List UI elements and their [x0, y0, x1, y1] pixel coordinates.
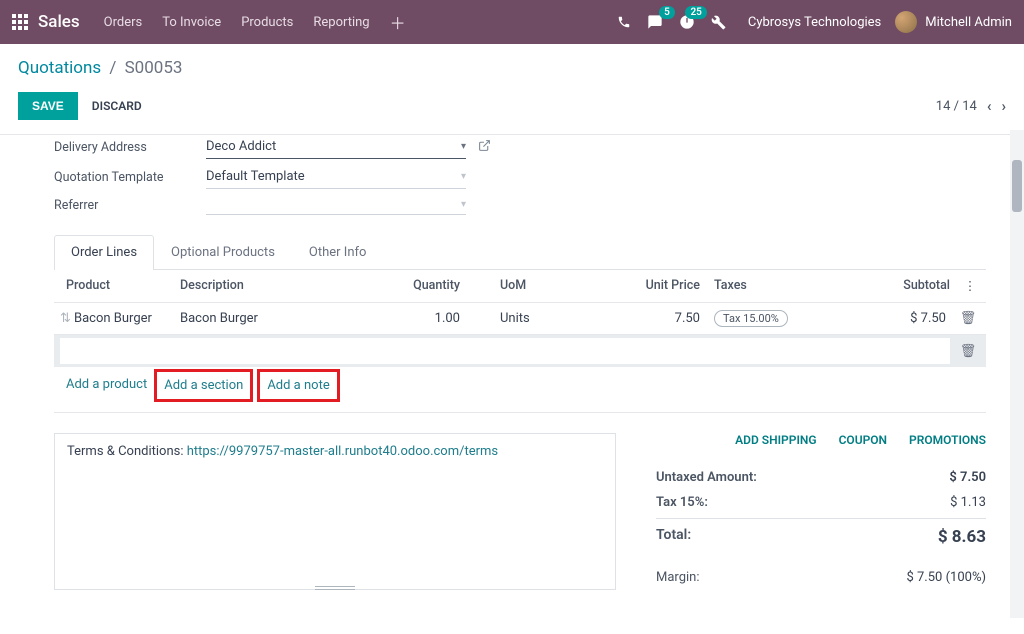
nav-products[interactable]: Products	[241, 15, 293, 30]
th-quantity: Quantity	[350, 278, 460, 294]
caret-icon: ▾	[461, 199, 466, 210]
caret-icon: ▾	[461, 171, 466, 182]
breadcrumb-bar: Quotations / S00053	[0, 44, 1024, 82]
brand[interactable]: Sales	[38, 12, 80, 32]
td-quantity[interactable]: 1.00	[350, 311, 460, 326]
referrer-input[interactable]: ▾	[206, 195, 466, 215]
add-product-link[interactable]: Add a product	[60, 377, 154, 402]
td-taxes[interactable]: Tax 15.00%	[700, 310, 820, 327]
pager-next-icon[interactable]: ›	[1001, 97, 1006, 115]
td-uom[interactable]: Units	[460, 311, 580, 326]
terms-link[interactable]: https://9979757-master-all.runbot40.odoo…	[187, 444, 498, 459]
breadcrumb-sep: /	[109, 58, 116, 78]
company-name[interactable]: Cybrosys Technologies	[748, 15, 881, 30]
tab-other-info[interactable]: Other Info	[292, 235, 384, 269]
td-unit-price[interactable]: 7.50	[580, 311, 700, 326]
tax-value: $ 1.13	[916, 495, 986, 510]
table-row[interactable]: ⇅ Bacon Burger Bacon Burger 1.00 Units 7…	[54, 302, 986, 334]
order-lines-table: Product Description Quantity UoM Unit Pr…	[54, 270, 986, 413]
top-nav: Sales Orders To Invoice Products Reporti…	[0, 0, 1024, 44]
delivery-value: Deco Addict	[206, 139, 276, 154]
new-line-input[interactable]	[60, 338, 950, 364]
th-unit-price: Unit Price	[580, 278, 700, 294]
activities-badge: 25	[685, 6, 706, 19]
delivery-label: Delivery Address	[54, 140, 206, 155]
coupon-link[interactable]: COUPON	[839, 433, 887, 447]
caret-icon: ▾	[461, 141, 466, 152]
avatar	[895, 11, 917, 33]
total-label: Total:	[656, 527, 691, 547]
referrer-label: Referrer	[54, 198, 206, 213]
th-uom: UoM	[460, 278, 580, 294]
resize-handle-icon[interactable]	[315, 586, 355, 590]
add-links: Add a product Add a section Add a note	[54, 367, 986, 412]
nav-reporting[interactable]: Reporting	[313, 15, 369, 30]
pager-text[interactable]: 14 / 14	[936, 99, 977, 114]
th-description: Description	[180, 278, 350, 294]
tax-label: Tax 15%:	[656, 495, 708, 510]
discard-button[interactable]: DISCARD	[92, 99, 142, 113]
margin-value: $ 7.50 (100%)	[876, 570, 986, 585]
summary-panel: ADD SHIPPING COUPON PROMOTIONS Untaxed A…	[656, 433, 986, 590]
messaging-badge: 5	[659, 6, 675, 19]
tabs: Order Lines Optional Products Other Info	[54, 235, 986, 270]
tax-chip: Tax 15.00%	[714, 310, 788, 327]
messaging-icon[interactable]: 5	[647, 14, 663, 30]
breadcrumb-current: S00053	[125, 58, 183, 78]
add-note-link[interactable]: Add a note	[257, 369, 339, 402]
tab-optional-products[interactable]: Optional Products	[154, 235, 292, 269]
total-value: $ 8.63	[916, 527, 986, 547]
action-bar: SAVE DISCARD 14 / 14 ‹ ›	[0, 82, 1024, 134]
delete-row-icon[interactable]: 🗑	[956, 344, 980, 359]
tab-order-lines[interactable]: Order Lines	[54, 235, 154, 270]
add-section-link[interactable]: Add a section	[154, 369, 253, 402]
apps-icon[interactable]	[12, 14, 28, 30]
th-taxes: Taxes	[700, 278, 820, 294]
content-area: Delivery Address Deco Addict ▾ Quotation…	[0, 134, 1024, 634]
td-subtotal: $ 7.50	[820, 311, 956, 326]
tools-icon[interactable]	[711, 15, 726, 30]
terms-textarea[interactable]: Terms & Conditions: https://9979757-mast…	[54, 433, 616, 590]
nav-to-invoice[interactable]: To Invoice	[162, 15, 221, 30]
untaxed-value: $ 7.50	[916, 470, 986, 485]
margin-label: Margin:	[656, 570, 700, 585]
nav-plus-icon[interactable]: ＋	[390, 10, 406, 34]
th-product: Product	[60, 278, 180, 294]
template-value: Default Template	[206, 169, 305, 184]
th-more-icon[interactable]: ⋮	[960, 278, 980, 294]
breadcrumb-root[interactable]: Quotations	[18, 58, 101, 78]
phone-icon[interactable]	[617, 15, 631, 29]
untaxed-label: Untaxed Amount:	[656, 470, 757, 485]
nav-orders[interactable]: Orders	[104, 15, 143, 30]
terms-prefix: Terms & Conditions:	[67, 444, 187, 459]
save-button[interactable]: SAVE	[18, 92, 78, 120]
promotions-link[interactable]: PROMOTIONS	[909, 433, 986, 447]
delete-row-icon[interactable]: 🗑	[956, 311, 980, 326]
user-name: Mitchell Admin	[925, 15, 1012, 30]
activities-icon[interactable]: 25	[679, 14, 695, 30]
drag-handle-icon[interactable]: ⇅	[60, 311, 74, 326]
pager-prev-icon[interactable]: ‹	[987, 97, 992, 115]
add-shipping-link[interactable]: ADD SHIPPING	[735, 433, 816, 447]
scrollbar-thumb[interactable]	[1012, 160, 1022, 212]
td-product[interactable]: Bacon Burger	[74, 311, 180, 326]
table-row-editing[interactable]: 🗑	[54, 334, 986, 367]
template-input[interactable]: Default Template ▾	[206, 165, 466, 189]
template-label: Quotation Template	[54, 170, 206, 185]
external-link-icon[interactable]	[478, 139, 491, 156]
td-description[interactable]: Bacon Burger	[180, 311, 350, 326]
delivery-input[interactable]: Deco Addict ▾	[206, 135, 466, 159]
th-subtotal: Subtotal	[820, 278, 960, 294]
user-menu[interactable]: Mitchell Admin	[895, 11, 1012, 33]
